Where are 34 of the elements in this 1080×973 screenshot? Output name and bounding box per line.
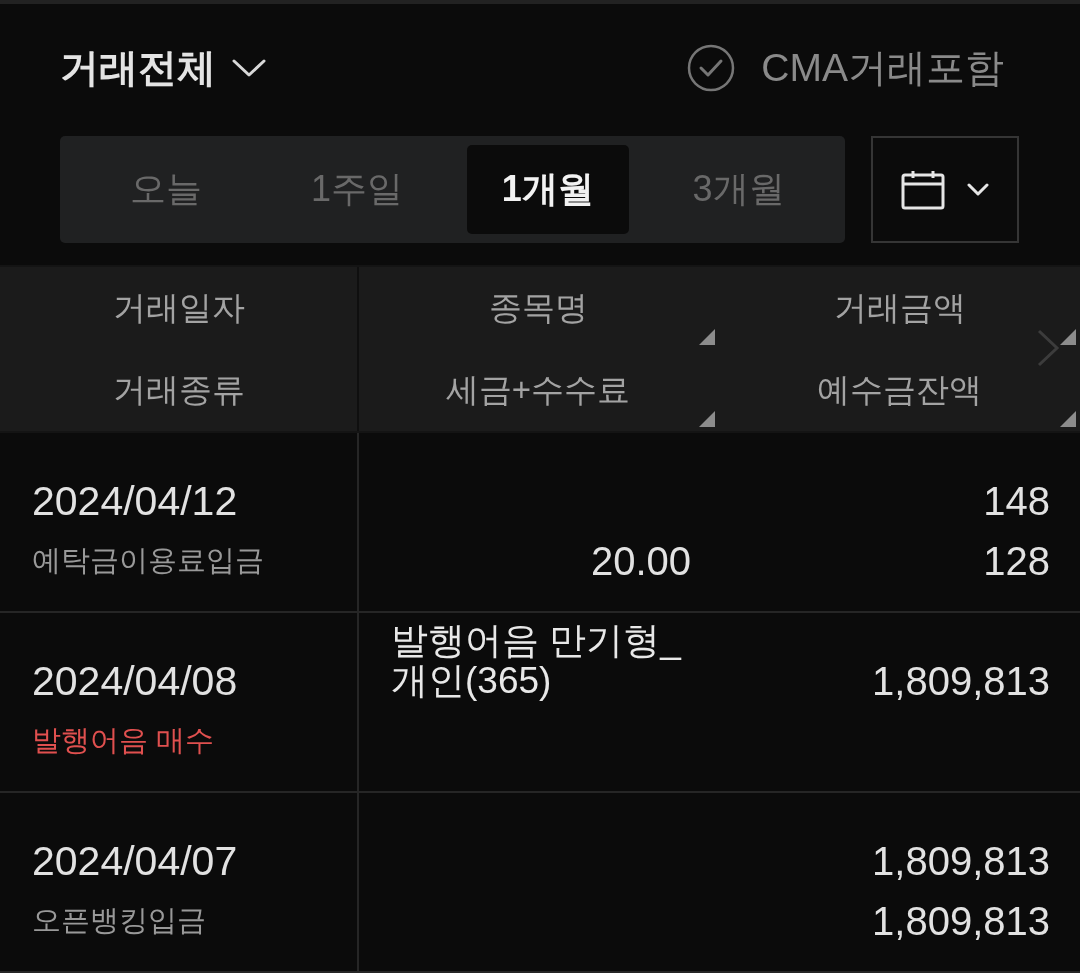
chevron-right-icon: [1036, 329, 1060, 367]
fee-amount: 20.00: [590, 538, 691, 584]
caret-icon: [232, 58, 266, 78]
transaction-type: 발행어음 매수: [32, 723, 215, 758]
column-header: 종목명: [488, 287, 588, 328]
calendar-icon: [901, 169, 945, 210]
cma-checkbox[interactable]: CMA거래포함: [687, 41, 1004, 95]
balance-amount: 128: [983, 538, 1050, 584]
sort-icon[interactable]: [699, 411, 715, 427]
sort-icon[interactable]: [1060, 329, 1076, 345]
column-header: 거래일자: [112, 287, 245, 328]
trade-amount: 1,809,813: [872, 838, 1050, 884]
trade-amount: 148: [983, 478, 1050, 524]
caret-icon: [967, 182, 989, 197]
period-tab[interactable]: 오늘: [85, 145, 248, 234]
transaction-type: 오픈뱅킹입금: [32, 903, 206, 938]
filter-dropdown[interactable]: 거래전체: [60, 41, 266, 95]
date-text: 2024/04/08: [32, 657, 238, 705]
period-tab[interactable]: 1주일: [275, 145, 439, 234]
date-picker-button[interactable]: [871, 136, 1019, 243]
column-header: 거래금액: [833, 287, 966, 328]
trade-amount: 1,809,813: [872, 658, 1050, 704]
period-tab[interactable]: 1개월: [466, 145, 630, 234]
sort-icon[interactable]: [699, 329, 715, 345]
period-tab[interactable]: 3개월: [657, 145, 820, 234]
column-header: 예수금잔액: [817, 369, 982, 410]
date-text: 2024/04/12: [32, 477, 238, 525]
sort-icon[interactable]: [1060, 411, 1076, 427]
date-text: 2024/04/07: [32, 837, 238, 885]
column-header: 거래종류: [112, 369, 245, 410]
column-header: 세금+수수료: [445, 369, 631, 410]
transaction-type: 예탁금이용료입금: [32, 543, 264, 578]
balance-amount: 1,809,813: [872, 898, 1050, 944]
product-name: 발행어음 만기형_개인(365): [391, 621, 683, 701]
